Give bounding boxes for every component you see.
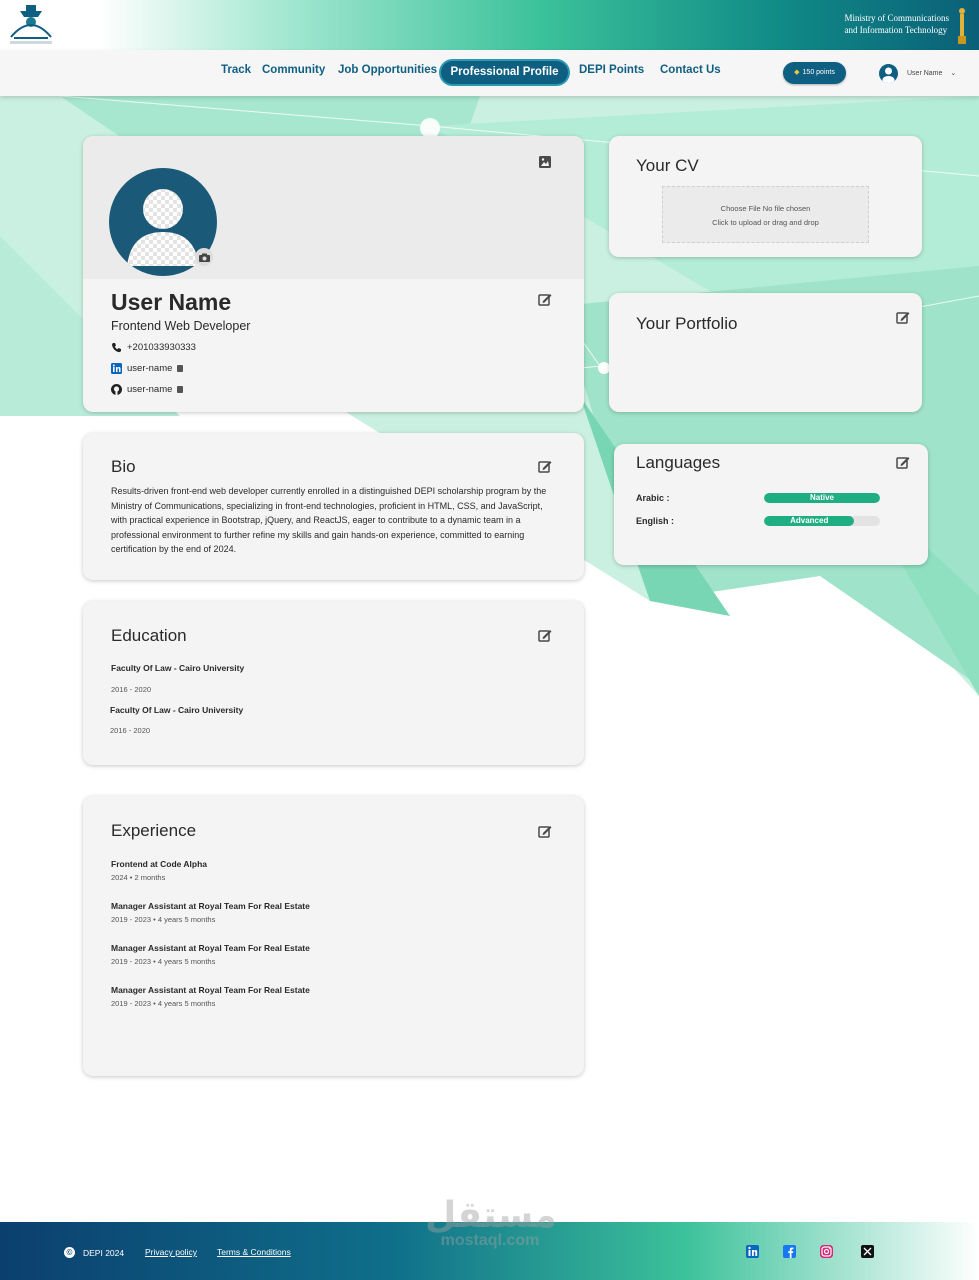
language-level-fill: Native: [764, 493, 880, 503]
terms-link[interactable]: Terms & Conditions: [217, 1247, 291, 1257]
edit-profile-icon[interactable]: [538, 292, 552, 306]
x-icon[interactable]: [861, 1245, 874, 1258]
experience-duration: 2019 - 2023 • 4 years 5 months: [111, 915, 216, 924]
bio-title: Bio: [111, 457, 136, 476]
facebook-icon[interactable]: [783, 1245, 796, 1258]
cv-title: Your CV: [636, 156, 699, 175]
experience-duration: 2019 - 2023 • 4 years 5 months: [111, 999, 216, 1008]
experience-role: Manager Assistant at Royal Team For Real…: [111, 985, 310, 995]
linkedin-icon: [111, 363, 122, 374]
watermark: مستقل mostaql.com: [425, 1195, 557, 1250]
language-level-bar-arabic: Native: [764, 493, 880, 503]
experience-duration: 2024 • 2 months: [111, 873, 166, 882]
profile-job-title: Frontend Web Developer: [111, 319, 251, 333]
main-nav: Track Community Job Opportunities Profes…: [0, 50, 979, 96]
github-icon: [111, 384, 122, 395]
depi-logo: [10, 5, 52, 44]
portfolio-card: Your Portfolio: [609, 293, 922, 412]
education-school: Faculty Of Law - Cairo University: [111, 663, 245, 673]
edit-education-icon[interactable]: [538, 628, 552, 642]
chevron-down-icon: ⌄: [950, 70, 957, 77]
ministry-line1: Ministry of Communications: [844, 13, 950, 23]
top-banner: Ministry of Communications and Informati…: [0, 0, 979, 50]
copyright-icon: ©: [64, 1247, 75, 1258]
portfolio-title: Your Portfolio: [636, 314, 738, 333]
nav-track[interactable]: Track: [221, 64, 251, 76]
github-handle: user-name: [127, 384, 173, 395]
ministry-line2: and Information Technology: [844, 25, 948, 35]
points-badge[interactable]: ◆ 150 points: [783, 62, 846, 84]
language-label-english: English :: [636, 516, 674, 526]
nav-community[interactable]: Community: [262, 64, 325, 76]
cv-file-status: Choose File No file chosen: [720, 204, 811, 213]
profile-linkedin[interactable]: user-name: [111, 363, 184, 374]
change-cover-image-icon[interactable]: [538, 155, 552, 169]
cv-card: Your CV Choose File No file chosen Click…: [609, 136, 922, 257]
points-label: 150 points: [802, 69, 835, 76]
edit-bio-icon[interactable]: [538, 459, 552, 473]
nav-contact-us[interactable]: Contact Us: [660, 64, 721, 76]
bio-card: Bio Results-driven front-end web develop…: [83, 433, 584, 580]
edit-portfolio-icon[interactable]: [896, 310, 910, 324]
ministry-emblem-icon: [958, 8, 966, 44]
cv-upload-dropzone[interactable]: Choose File No file chosen Click to uplo…: [662, 186, 869, 243]
experience-role: Manager Assistant at Royal Team For Real…: [111, 901, 310, 911]
profile-card: User Name Frontend Web Developer +201033…: [83, 136, 584, 412]
instagram-icon[interactable]: [820, 1245, 833, 1258]
language-level-bar-english: Advanced: [764, 516, 880, 526]
upload-avatar-camera-icon[interactable]: [195, 248, 213, 266]
user-menu[interactable]: User Name ⌄: [879, 62, 956, 84]
copy-icon[interactable]: [177, 386, 184, 393]
experience-card: Experience Frontend at Code Alpha 2024 •…: [83, 796, 584, 1076]
watermark-arabic: مستقل: [425, 1195, 557, 1236]
languages-title: Languages: [636, 453, 721, 472]
experience-title: Experience: [111, 821, 197, 840]
profile-phone: +201033930333: [111, 342, 196, 353]
experience-role: Manager Assistant at Royal Team For Real…: [111, 943, 310, 953]
footer-copyright: © DEPI 2024: [64, 1247, 124, 1258]
cv-upload-hint: Click to upload or drag and drop: [712, 218, 819, 227]
education-title: Education: [111, 626, 187, 645]
watermark-latin: mostaql.com: [440, 1232, 540, 1249]
languages-card: Languages Arabic : Native English : Adva…: [614, 444, 928, 565]
privacy-policy-link[interactable]: Privacy policy: [145, 1247, 197, 1257]
education-dates: 2016 - 2020: [110, 726, 151, 735]
nav-professional-profile[interactable]: Professional Profile: [441, 61, 568, 84]
coin-icon: ◆: [794, 69, 800, 76]
ministry-name: Ministry of Communications and Informati…: [845, 12, 950, 36]
linkedin-icon[interactable]: [746, 1245, 759, 1258]
copyright-text: DEPI 2024: [83, 1247, 125, 1258]
experience-role: Frontend at Code Alpha: [111, 859, 208, 869]
language-level-fill: Advanced: [764, 516, 855, 526]
experience-duration: 2019 - 2023 • 4 years 5 months: [111, 957, 216, 966]
copy-icon[interactable]: [177, 365, 184, 372]
edit-languages-icon[interactable]: [896, 455, 910, 469]
education-dates: 2016 - 2020: [111, 685, 152, 694]
bio-text: Results-driven front-end web developer c…: [111, 486, 547, 555]
phone-icon: [112, 343, 121, 353]
profile-github[interactable]: user-name: [111, 384, 184, 395]
user-name-label: User Name: [907, 69, 943, 77]
phone-number: +201033930333: [127, 342, 196, 353]
edit-experience-icon[interactable]: [538, 824, 552, 838]
education-school: Faculty Of Law - Cairo University: [110, 705, 244, 715]
profile-name: User Name: [111, 289, 232, 315]
linkedin-handle: user-name: [127, 363, 173, 374]
nav-job-opportunities[interactable]: Job Opportunities: [338, 64, 437, 76]
user-avatar-icon: [879, 63, 898, 83]
language-label-arabic: Arabic :: [636, 493, 670, 503]
nav-depi-points[interactable]: DEPI Points: [579, 64, 644, 76]
education-card: Education Faculty Of Law - Cairo Univers…: [83, 601, 584, 765]
